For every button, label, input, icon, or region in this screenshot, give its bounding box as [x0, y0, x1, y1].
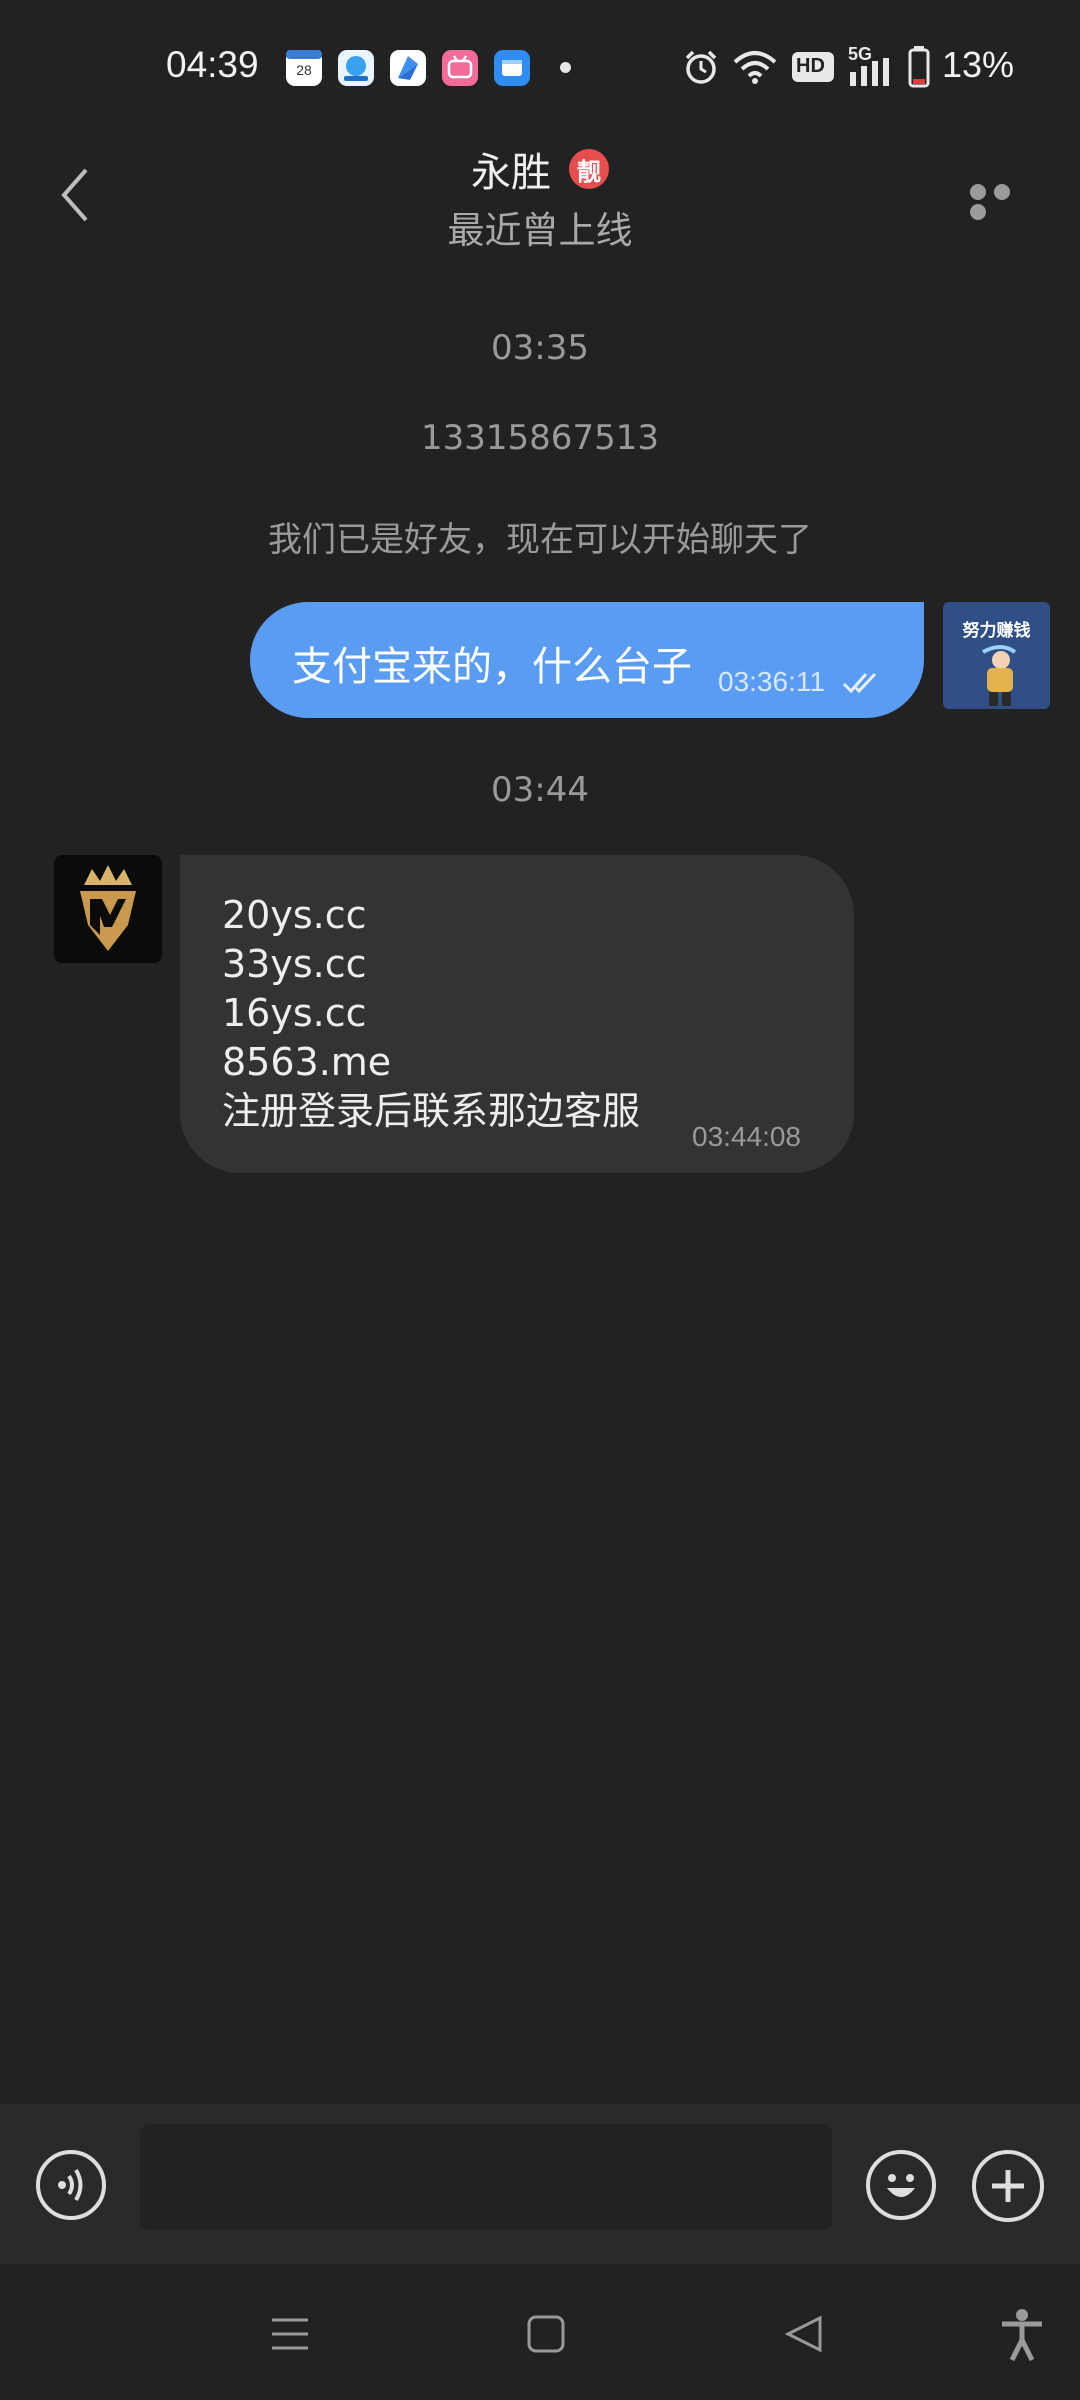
message-line: 20ys.cc — [222, 893, 367, 937]
double-check-icon — [842, 672, 877, 694]
bilibili-icon — [442, 50, 478, 86]
signal-icon: 5G — [848, 44, 898, 88]
message-line: 16ys.cc — [222, 991, 367, 1035]
contact-header: 永胜 靓 — [0, 140, 1080, 198]
phone-number: 13315867513 — [421, 418, 659, 458]
home-icon[interactable] — [526, 2314, 566, 2354]
hd-voice-icon: HD — [792, 52, 834, 82]
crown-logo-icon — [80, 865, 136, 951]
battery-icon — [908, 46, 930, 88]
hd-label: HD — [796, 55, 825, 77]
files-icon — [494, 50, 530, 86]
back-triangle-icon[interactable] — [784, 2314, 824, 2354]
presence-status: 最近曾上线 — [447, 209, 633, 252]
time-divider: 03:35 — [491, 328, 589, 368]
system-note: 我们已是好友，现在可以开始聊天了 — [268, 520, 812, 560]
message-text: 20ys.cc 33ys.cc 16ys.cc 8563.me 注册登录后联系那… — [222, 891, 640, 1136]
status-time: 04:39 — [166, 44, 259, 85]
time-divider: 03:44 — [491, 770, 589, 810]
message-line: 33ys.cc — [222, 942, 367, 986]
battery-percent: 13% — [942, 44, 1015, 85]
calendar-day: 28 — [296, 62, 312, 78]
my-avatar[interactable]: 努力赚钱 — [943, 602, 1050, 709]
more-icon[interactable] — [970, 184, 1040, 220]
browser-icon — [390, 50, 426, 86]
outgoing-message[interactable]: 支付宝来的，什么台子 03:36:11 — [250, 602, 924, 718]
message-text: 支付宝来的，什么台子 — [292, 644, 692, 690]
status-bar: 04:39 28 HD 5G 13% — [0, 0, 1080, 140]
message-line: 注册登录后联系那边客服 — [222, 1089, 641, 1133]
notification-dot-icon — [560, 62, 571, 73]
cartoon-figure-icon — [982, 645, 1017, 706]
incoming-message[interactable]: 20ys.cc 33ys.cc 16ys.cc 8563.me 注册登录后联系那… — [180, 855, 854, 1173]
alarm-icon — [685, 50, 717, 84]
plus-icon[interactable] — [972, 2150, 1044, 2222]
message-time: 03:36:11 — [718, 666, 825, 697]
contact-avatar[interactable] — [54, 855, 162, 963]
message-time: 03:44:08 — [692, 1121, 801, 1152]
accessibility-icon[interactable] — [1000, 2308, 1044, 2362]
wifi-icon — [733, 51, 777, 84]
cloud-drive-icon — [338, 50, 374, 86]
vip-badge: 靓 — [569, 149, 609, 189]
message-line: 8563.me — [222, 1040, 392, 1084]
calendar-icon: 28 — [286, 50, 322, 86]
emoji-icon[interactable] — [866, 2150, 936, 2220]
contact-name: 永胜 — [471, 150, 551, 196]
voice-icon[interactable] — [36, 2150, 106, 2220]
menu-icon[interactable] — [268, 2314, 312, 2354]
message-input[interactable] — [140, 2124, 832, 2230]
